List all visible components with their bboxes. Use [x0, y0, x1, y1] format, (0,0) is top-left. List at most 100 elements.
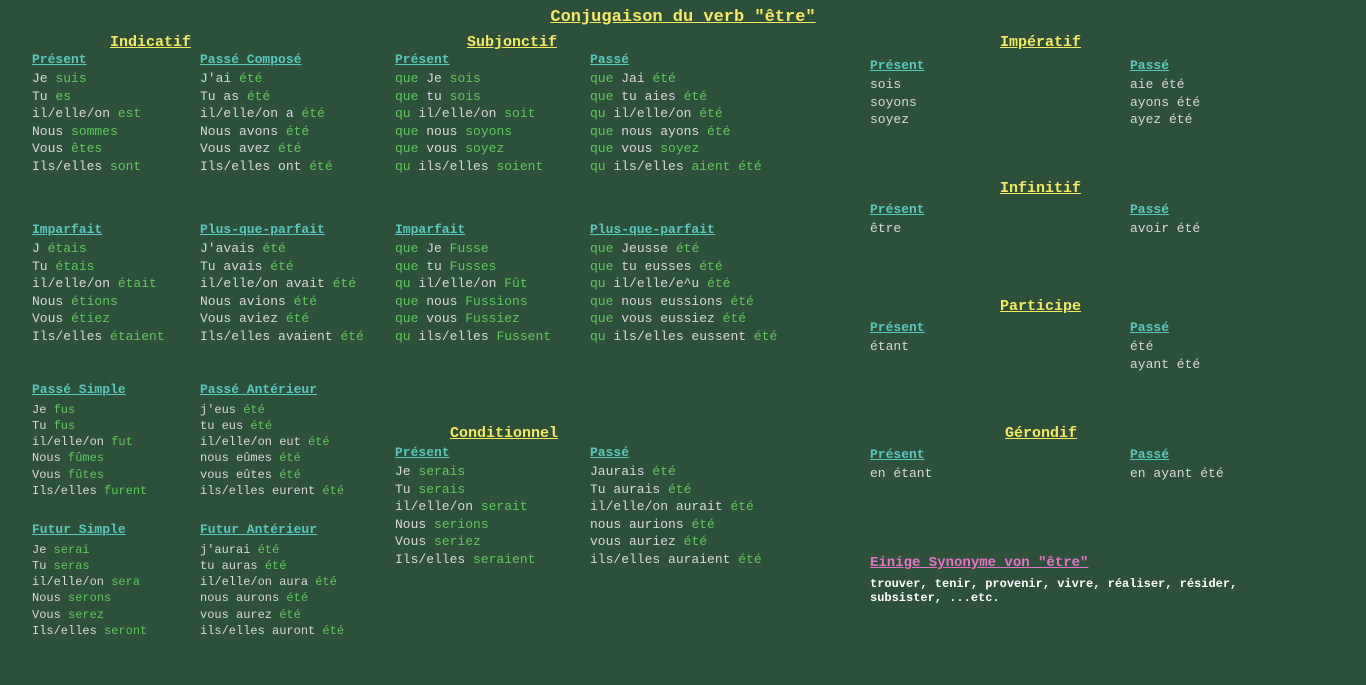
conjugation-row: Vous fûtes — [32, 467, 147, 483]
conjugation-row: vous auriez été — [590, 533, 762, 551]
conjugation-row: Tu avais été — [200, 258, 364, 276]
lines: soissoyonssoyez — [870, 76, 925, 129]
conjugation-row: Ils/elles sont — [32, 158, 141, 176]
ind-imparfait: Imparfait J étaisTu étaisil/elle/on étai… — [32, 222, 165, 345]
conjugation-row: qu il/elle/e^u été — [590, 275, 777, 293]
imp-present: Présent soissoyonssoyez — [870, 58, 925, 129]
conjugation-row: ils/elles auront été — [200, 623, 344, 639]
conjugation-row: qu ils/elles eussent été — [590, 328, 777, 346]
conjugation-row: que vous soyez — [590, 140, 762, 158]
form-line: étant — [870, 338, 925, 356]
conjugation-row: Nous serons — [32, 590, 147, 606]
tense-title: Imparfait — [32, 222, 165, 237]
rows: J étaisTu étaisil/elle/on étaitNous étio… — [32, 240, 165, 345]
mood-participe: Participe — [1000, 298, 1081, 315]
tense-title: Présent — [870, 320, 925, 335]
conjugation-row: que tu aies été — [590, 88, 762, 106]
conjugation-row: que Je Fusse — [395, 240, 551, 258]
conjugation-row: que tu sois — [395, 88, 543, 106]
mood-subjonctif: Subjonctif — [467, 34, 557, 51]
syn-body: trouver, tenir, provenir, vivre, réalise… — [870, 577, 1310, 605]
conjugation-row: tu eus été — [200, 418, 344, 434]
conjugation-row: Nous fûmes — [32, 450, 147, 466]
tense-title: Passé Antérieur — [200, 382, 344, 399]
conjugation-row: il/elle/on était — [32, 275, 165, 293]
form-line: sois — [870, 76, 925, 94]
conjugation-row: il/elle/on avait été — [200, 275, 364, 293]
rows: J'avais étéTu avais étéil/elle/on avait … — [200, 240, 364, 345]
conjugation-row: Vous serez — [32, 607, 147, 623]
conjugation-row: que Je sois — [395, 70, 543, 88]
conjugation-row: Ils/elles avaient été — [200, 328, 364, 346]
ind-present: Présent Je suisTu esil/elle/on estNous s… — [32, 52, 141, 175]
conjugation-row: il/elle/on aura été — [200, 574, 344, 590]
conjugation-row: j'aurai été — [200, 542, 344, 558]
conjugation-row: Nous sommes — [32, 123, 141, 141]
sub-pqp: Plus-que-parfait que Jeusse étéque tu eu… — [590, 222, 777, 345]
tense-title: Passé — [1130, 58, 1200, 73]
tense-title: Futur Antérieur — [200, 522, 344, 539]
conjugation-row: ils/elles auraient été — [590, 551, 762, 569]
rows: que Jai étéque tu aies étéqu il/elle/on … — [590, 70, 762, 175]
conjugation-row: qu il/elle/on soit — [395, 105, 543, 123]
conjugation-row: vous eûtes été — [200, 467, 344, 483]
conjugation-row: Tu as été — [200, 88, 333, 106]
tense-title: Passé — [590, 445, 762, 460]
ger-present: Présent en étant — [870, 447, 932, 483]
conjugation-row: Tu seras — [32, 558, 147, 574]
conjugation-row: que Jeusse été — [590, 240, 777, 258]
conjugation-row: il/elle/on serait — [395, 498, 535, 516]
conjugation-row: nous aurions été — [590, 516, 762, 534]
tense-title: Plus-que-parfait — [590, 222, 777, 237]
tense-title: Présent — [395, 445, 535, 460]
rows: Je fusTu fusil/elle/on futNous fûmesVous… — [32, 402, 147, 499]
part-passe: Passé étéayant été — [1130, 320, 1200, 373]
syn-title: Einige Synonyme von "être" — [870, 555, 1310, 571]
imp-passe: Passé aie étéayons étéayez été — [1130, 58, 1200, 129]
conjugation-row: Tu étais — [32, 258, 165, 276]
mood-conditionnel: Conditionnel — [450, 425, 558, 442]
rows: j'aurai ététu auras étéil/elle/on aura é… — [200, 542, 344, 639]
conjugation-row: Ils/elles seront — [32, 623, 147, 639]
conjugation-row: il/elle/on sera — [32, 574, 147, 590]
mood-imperatif: Impératif — [1000, 34, 1081, 51]
form-line: en ayant été — [1130, 465, 1224, 483]
conjugation-row: Ils/elles étaient — [32, 328, 165, 346]
rows: J'ai étéTu as étéil/elle/on a étéNous av… — [200, 70, 333, 175]
form-line: avoir été — [1130, 220, 1200, 238]
conjugation-row: Vous êtes — [32, 140, 141, 158]
ger-passe: Passé en ayant été — [1130, 447, 1224, 483]
conjugation-row: Ils/elles seraient — [395, 551, 535, 569]
conjugation-row: que nous soyons — [395, 123, 543, 141]
tense-title: Passé Composé — [200, 52, 333, 67]
conjugation-row: qu ils/elles aient été — [590, 158, 762, 176]
conjugation-row: Je fus — [32, 402, 147, 418]
cond-present: Présent Je seraisTu seraisil/elle/on ser… — [395, 445, 535, 568]
lines: étant — [870, 338, 925, 356]
ind-passe-compose: Passé Composé J'ai étéTu as étéil/elle/o… — [200, 52, 333, 175]
tense-title: Plus-que-parfait — [200, 222, 364, 237]
lines: en ayant été — [1130, 465, 1224, 483]
synonyms: Einige Synonyme von "être" trouver, teni… — [870, 555, 1310, 605]
conjugation-row: Tu serais — [395, 481, 535, 499]
mood-indicatif: Indicatif — [110, 34, 191, 51]
rows: que Je Fusseque tu Fussesqu il/elle/on F… — [395, 240, 551, 345]
conjugation-row: Tu aurais été — [590, 481, 762, 499]
conjugation-row: J'ai été — [200, 70, 333, 88]
conjugation-row: Nous avons été — [200, 123, 333, 141]
tense-title: Passé — [1130, 202, 1200, 217]
sub-passe: Passé que Jai étéque tu aies étéqu il/el… — [590, 52, 762, 175]
rows: Je seraiTu serasil/elle/on seraNous sero… — [32, 542, 147, 639]
ind-futur-anterieur: Futur Antérieur j'aurai ététu auras étéi… — [200, 522, 344, 639]
conjugation-row: qu ils/elles soient — [395, 158, 543, 176]
lines: avoir été — [1130, 220, 1200, 238]
conjugation-row: vous aurez été — [200, 607, 344, 623]
conjugation-row: nous eûmes été — [200, 450, 344, 466]
form-line: ayez été — [1130, 111, 1200, 129]
conjugation-row: que tu eusses été — [590, 258, 777, 276]
conjugation-row: Vous aviez été — [200, 310, 364, 328]
rows: Jaurais étéTu aurais étéil/elle/on aurai… — [590, 463, 762, 568]
conjugation-row: ils/elles eurent été — [200, 483, 344, 499]
tense-title: Présent — [32, 52, 141, 67]
conjugation-row: que tu Fusses — [395, 258, 551, 276]
